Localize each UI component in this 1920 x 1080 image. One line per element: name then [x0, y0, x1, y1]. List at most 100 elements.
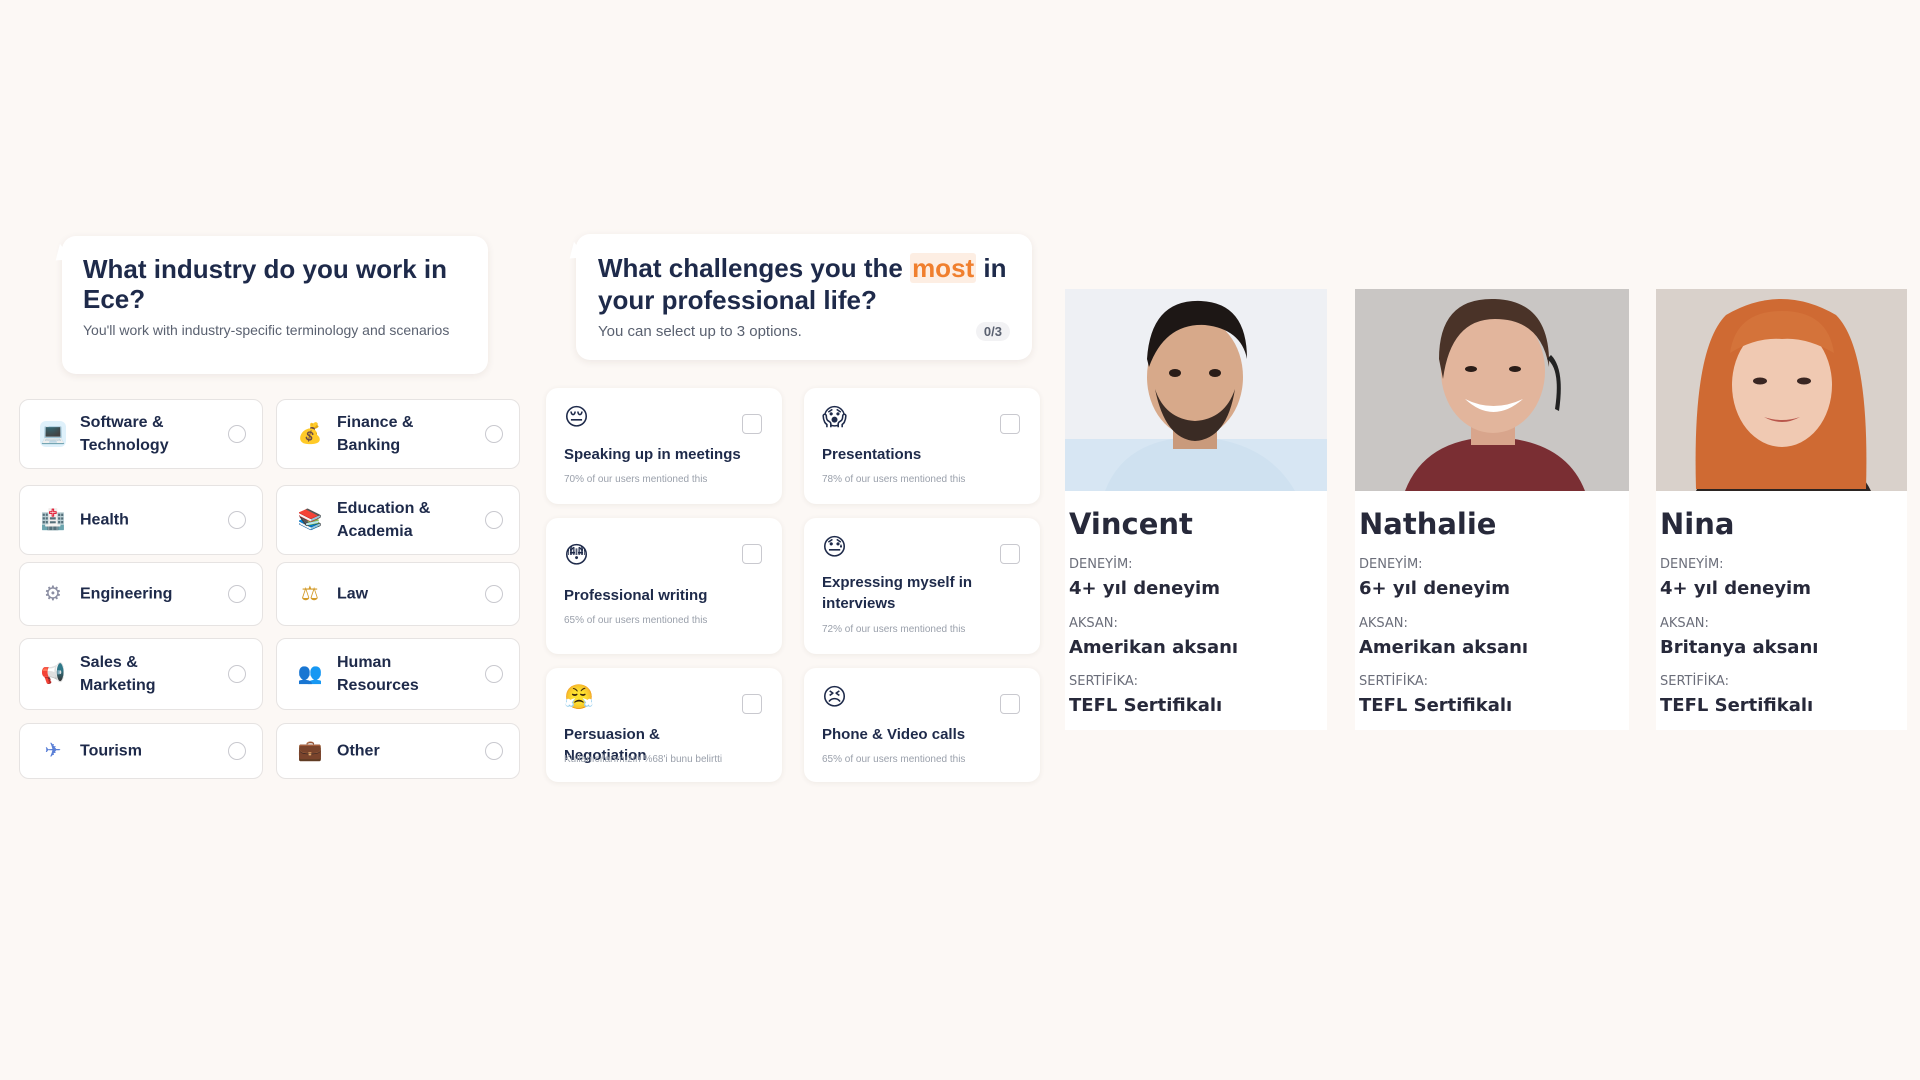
challenge-option-meetings[interactable]: 😔 Speaking up in meetings 70% of our use… [546, 388, 782, 504]
challenges-question-title: What challenges you the most in your pro… [598, 252, 1018, 316]
tutor-name: Nina [1660, 507, 1735, 541]
challenges-question-subtitle: You can select up to 3 options. [598, 323, 802, 340]
gear-icon: ⚙ [44, 583, 62, 605]
accent-value: Amerikan aksanı [1359, 637, 1529, 658]
tutor-photo [1656, 289, 1907, 491]
briefcase-icon: 💼 [297, 740, 323, 762]
industry-option-label: Sales & Marketing [80, 654, 156, 694]
accent-value: Amerikan aksanı [1069, 637, 1239, 658]
industry-option-label: Finance & Banking [337, 414, 414, 454]
industry-radio[interactable] [228, 665, 246, 683]
certificate-value: TEFL Sertifikalı [1359, 695, 1513, 716]
industry-option-label: Law [337, 585, 369, 603]
experience-label: DENEYİM: [1660, 557, 1724, 572]
tutor-card-nina[interactable]: Nina DENEYİM: 4+ yıl deneyim AKSAN: Brit… [1656, 289, 1907, 730]
industry-option-label: Human Resources [337, 654, 419, 694]
challenge-option-persuasion[interactable]: 😤 Persuasion & Negotiation Kullanıcıları… [546, 668, 782, 782]
tutor-card-nathalie[interactable]: Nathalie DENEYİM: 6+ yıl deneyim AKSAN: … [1355, 289, 1629, 730]
challenge-option-presentations[interactable]: 😱 Presentations 78% of our users mention… [804, 388, 1040, 504]
industry-option-tourism[interactable]: ✈ Tourism [19, 723, 263, 779]
industry-question-subtitle: You'll work with industry-specific termi… [83, 322, 450, 338]
megaphone-icon: 📢 [40, 663, 66, 685]
challenge-checkbox[interactable] [1000, 694, 1020, 714]
industry-option-label: Education & Academia [337, 500, 431, 540]
industry-radio[interactable] [485, 665, 503, 683]
people-icon: 👥 [297, 663, 323, 685]
industry-option-law[interactable]: ⚖ Law [276, 562, 520, 626]
industry-option-education[interactable]: 📚 Education & Academia [276, 485, 520, 555]
challenge-option-label: Expressing myself in interviews [822, 574, 973, 612]
tutor-card-vincent[interactable]: Vincent DENEYİM: 4+ yıl deneyim AKSAN: A… [1065, 289, 1327, 730]
sweat-face-icon: 😓 [822, 534, 848, 561]
confounded-face-icon: 😣 [822, 684, 848, 711]
industry-option-finance[interactable]: 💰 Finance & Banking [276, 399, 520, 469]
industry-option-engineering[interactable]: ⚙ Engineering [19, 562, 263, 626]
certificate-value: TEFL Sertifikalı [1660, 695, 1814, 716]
challenge-option-note: 65% of our users mentioned this [822, 754, 966, 765]
industry-question-bubble: What industry do you work in Ece? You'll… [62, 236, 488, 374]
industry-option-sales[interactable]: 📢 Sales & Marketing [19, 638, 263, 710]
challenge-checkbox[interactable] [1000, 414, 1020, 434]
airplane-icon: ✈ [44, 740, 62, 762]
industry-option-health[interactable]: 🏥 Health [19, 485, 263, 555]
accent-label: AKSAN: [1660, 616, 1709, 631]
challenge-checkbox[interactable] [742, 544, 762, 564]
books-icon: 📚 [297, 509, 323, 531]
challenge-checkbox[interactable] [742, 694, 762, 714]
challenge-option-interviews[interactable]: 😓 Expressing myself in interviews 72% of… [804, 518, 1040, 654]
experience-label: DENEYİM: [1069, 557, 1133, 572]
industry-question-title: What industry do you work in Ece? [83, 254, 447, 314]
challenge-option-note: 70% of our users mentioned this [564, 474, 708, 485]
selection-counter: 0/3 [975, 322, 1010, 341]
challenges-question-bubble: What challenges you the most in your pro… [576, 234, 1032, 360]
challenge-checkbox[interactable] [742, 414, 762, 434]
industry-radio[interactable] [228, 511, 246, 529]
certificate-label: SERTİFİKA: [1359, 674, 1428, 689]
industry-radio[interactable] [228, 742, 246, 760]
challenge-option-label: Phone & Video calls [822, 726, 966, 743]
title-highlight: most [910, 253, 977, 283]
accent-label: AKSAN: [1359, 616, 1408, 631]
industry-radio[interactable] [485, 585, 503, 603]
industry-option-label: Health [80, 511, 129, 529]
tutor-photo [1065, 289, 1327, 491]
industry-radio[interactable] [485, 511, 503, 529]
industry-radio[interactable] [228, 425, 246, 443]
challenge-checkbox[interactable] [1000, 544, 1020, 564]
experience-value: 6+ yıl deneyim [1359, 578, 1510, 599]
tutor-name: Vincent [1069, 507, 1193, 541]
accent-value: Britanya aksanı [1660, 637, 1819, 658]
industry-radio[interactable] [485, 425, 503, 443]
industry-option-other[interactable]: 💼 Other [276, 723, 520, 779]
flushed-face-icon: 😳 [564, 542, 590, 569]
industry-radio[interactable] [485, 742, 503, 760]
industry-option-label: Engineering [80, 585, 173, 603]
industry-option-software[interactable]: 💻 Software & Technology [19, 399, 263, 469]
challenge-option-label: Presentations [822, 446, 922, 463]
challenge-option-calls[interactable]: 😣 Phone & Video calls 65% of our users m… [804, 668, 1040, 782]
industry-option-label: Software & Technology [80, 414, 169, 454]
industry-option-hr[interactable]: 👥 Human Resources [276, 638, 520, 710]
laptop-icon: 💻 [40, 421, 66, 447]
scales-icon: ⚖ [301, 583, 319, 605]
challenge-option-label: Speaking up in meetings [564, 446, 741, 463]
experience-value: 4+ yıl deneyim [1069, 578, 1220, 599]
tutor-portrait-image [1656, 289, 1907, 491]
certificate-label: SERTİFİKA: [1660, 674, 1729, 689]
challenge-option-note: 78% of our users mentioned this [822, 474, 966, 485]
tutor-portrait-image [1065, 289, 1327, 491]
challenge-option-note: 65% of our users mentioned this [564, 615, 708, 626]
certificate-label: SERTİFİKA: [1069, 674, 1138, 689]
steam-face-icon: 😤 [564, 684, 594, 711]
pensive-face-icon: 😔 [564, 404, 590, 431]
screaming-face-icon: 😱 [822, 404, 848, 431]
challenge-option-note: Kullanıcılarımızın %68'i bunu belirtti [564, 754, 723, 765]
certificate-value: TEFL Sertifikalı [1069, 695, 1223, 716]
industry-radio[interactable] [228, 585, 246, 603]
experience-value: 4+ yıl deneyim [1660, 578, 1811, 599]
money-bag-icon: 💰 [297, 423, 323, 445]
challenge-option-writing[interactable]: 😳 Professional writing 65% of our users … [546, 518, 782, 654]
tutor-portrait-image [1355, 289, 1629, 491]
challenge-option-label: Professional writing [564, 587, 708, 604]
challenge-option-note: 72% of our users mentioned this [822, 624, 966, 635]
